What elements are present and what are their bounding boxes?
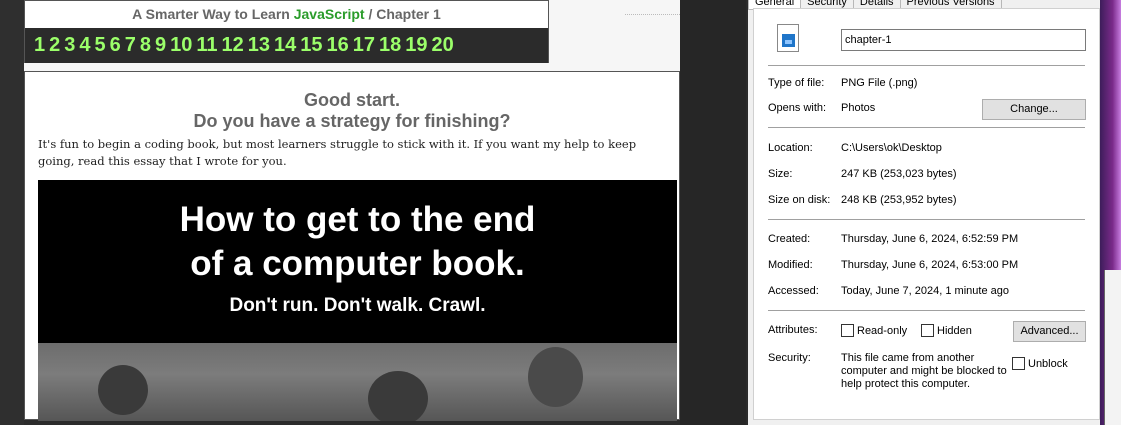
essay-banner[interactable]: How to get to the end of a computer book…: [38, 180, 677, 421]
type-value: PNG File (.png): [841, 77, 918, 89]
created-value: Thursday, June 6, 2024, 6:52:59 PM: [841, 233, 1019, 245]
filename-input[interactable]: chapter-1: [841, 29, 1086, 51]
chapter-link[interactable]: 14: [274, 28, 296, 62]
security-message-line: computer and might be blocked to: [841, 365, 1007, 377]
advanced-button[interactable]: Advanced...: [1013, 321, 1086, 342]
change-button[interactable]: Change...: [982, 99, 1086, 120]
security-label: Security:: [768, 352, 811, 364]
security-message-line: help protect this computer.: [841, 378, 971, 390]
size-value: 247 KB (253,023 bytes): [841, 168, 957, 180]
security-message-line: This file came from another: [841, 352, 975, 364]
chapter-navigation: A Smarter Way to Learn JavaScript / Chap…: [24, 0, 549, 63]
accessed-label: Accessed:: [768, 285, 819, 297]
chapter-link[interactable]: 1: [34, 28, 45, 62]
card-body-text: It's fun to begin a coding book, but mos…: [38, 137, 637, 168]
general-panel: chapter-1 Type of file: PNG File (.png) …: [753, 8, 1100, 420]
accessed-value: Today, June 7, 2024, 1 minute ago: [841, 285, 1009, 297]
divider: [768, 127, 1085, 128]
card-heading-1: Good start.: [303, 90, 400, 110]
chapter-link[interactable]: 18: [379, 28, 401, 62]
type-label: Type of file:: [768, 77, 825, 89]
banner-line-1: How to get to the end: [179, 200, 536, 239]
readonly-checkbox[interactable]: [841, 324, 854, 337]
banner-photo: [38, 343, 677, 421]
book-title-js[interactable]: JavaScript: [294, 6, 365, 22]
size-label: Size:: [768, 168, 793, 180]
chapter-link[interactable]: 9: [155, 28, 166, 62]
card-heading-2: Do you have a strategy for finishing?: [193, 111, 511, 131]
background-window-edge: [1104, 270, 1121, 425]
readonly-label[interactable]: Read-only: [857, 325, 907, 337]
chapter-link[interactable]: 7: [125, 28, 136, 62]
png-file-icon: [777, 24, 799, 52]
chapter-links: 1 2 3 4 5 6 7 8 9 10 11 12 13 14 15 16 17 18 19 20: [25, 28, 548, 63]
dialog-tabs: General Security Details Previous Versions: [748, 0, 1002, 10]
web-page: A Smarter Way to Learn JavaScript / Chap…: [0, 0, 680, 425]
book-title: A Smarter Way to Learn JavaScript / Chap…: [25, 1, 548, 28]
dotted-divider: [625, 14, 680, 15]
opens-with-value: Photos: [841, 102, 876, 114]
chapter-link[interactable]: 16: [327, 28, 349, 62]
file-properties-dialog: General Security Details Previous Versions …: [748, 0, 1100, 425]
banner-line-2: of a computer book.: [190, 244, 525, 283]
page-left-margin: [0, 0, 24, 425]
location-label: Location:: [768, 142, 813, 154]
chapter-link[interactable]: 20: [432, 28, 454, 62]
strategy-card: Good start. Do you have a strategy for f…: [24, 71, 680, 421]
gap-strip: [680, 0, 746, 425]
security-message: This file came from another computer and…: [841, 352, 1007, 391]
chapter-link[interactable]: 6: [110, 28, 121, 62]
chapter-link[interactable]: 3: [64, 28, 75, 62]
chapter-link[interactable]: 19: [405, 28, 427, 62]
size-on-disk-value: 248 KB (253,952 bytes): [841, 194, 957, 206]
hidden-checkbox[interactable]: [921, 324, 934, 337]
chapter-link[interactable]: 15: [300, 28, 322, 62]
divider: [768, 310, 1085, 311]
chapter-link[interactable]: 8: [140, 28, 151, 62]
size-on-disk-label: Size on disk:: [768, 194, 831, 206]
book-title-chapter: / Chapter 1: [368, 6, 441, 22]
banner-headline: How to get to the end of a computer book…: [38, 198, 677, 286]
created-label: Created:: [768, 233, 811, 245]
book-title-prefix: A Smarter Way to Learn: [132, 6, 290, 22]
location-value: C:\Users\ok\Desktop: [841, 142, 942, 154]
divider: [768, 65, 1085, 66]
banner-tagline: Don't run. Don't walk. Crawl.: [229, 295, 486, 316]
chapter-link[interactable]: 13: [248, 28, 270, 62]
chapter-link[interactable]: 11: [196, 28, 217, 62]
divider: [768, 219, 1085, 220]
modified-value: Thursday, June 6, 2024, 6:53:00 PM: [841, 259, 1019, 271]
chapter-link[interactable]: 2: [49, 28, 60, 62]
unblock-checkbox[interactable]: [1012, 357, 1025, 370]
hidden-label[interactable]: Hidden: [937, 325, 972, 337]
chapter-link[interactable]: 4: [79, 28, 90, 62]
attributes-label: Attributes:: [768, 324, 818, 336]
chapter-link[interactable]: 12: [222, 28, 244, 62]
unblock-label[interactable]: Unblock: [1028, 358, 1068, 370]
modified-label: Modified:: [768, 259, 813, 271]
chapter-link[interactable]: 5: [95, 28, 106, 62]
chapter-link[interactable]: 10: [170, 28, 192, 62]
opens-with-label: Opens with:: [768, 102, 827, 114]
chapter-link[interactable]: 17: [353, 28, 375, 62]
